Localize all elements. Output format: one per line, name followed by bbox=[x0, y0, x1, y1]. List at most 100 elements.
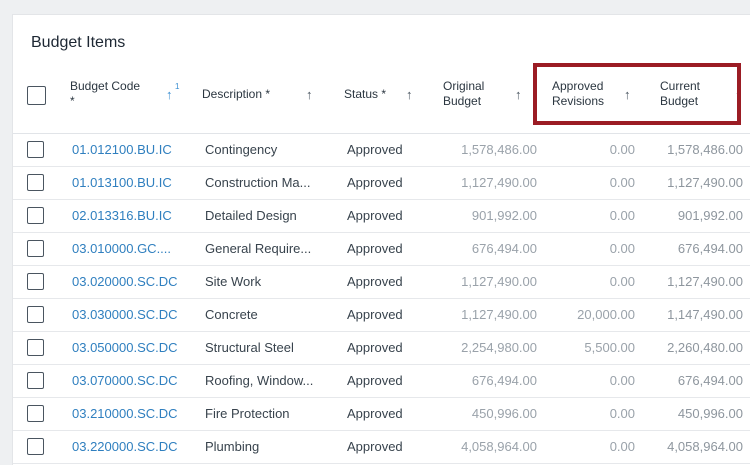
original-budget-cell: 676,494.00 bbox=[471, 373, 537, 388]
table-row[interactable]: 03.210000.SC.DC Fire Protection Approved 45… bbox=[13, 398, 750, 431]
sort-arrow-icon[interactable]: ↑ bbox=[306, 88, 313, 102]
status-cell: Approved bbox=[347, 340, 403, 355]
original-budget-cell: 901,992.00 bbox=[471, 208, 537, 223]
description-cell: Construction Ma... bbox=[205, 175, 311, 190]
current-budget-cell: 676,494.00 bbox=[677, 241, 743, 256]
approved-revisions-cell: 0.00 bbox=[609, 274, 635, 289]
current-budget-cell: 1,147,490.00 bbox=[667, 307, 743, 322]
table-row[interactable]: 03.020000.SC.DC Site Work Approved 1,127,49… bbox=[13, 266, 750, 299]
original-budget-cell: 1,127,490.00 bbox=[461, 175, 537, 190]
description-cell: Contingency bbox=[205, 142, 278, 157]
table-row[interactable]: 03.050000.SC.DC Structural Steel Approved 2… bbox=[13, 332, 750, 365]
row-checkbox[interactable] bbox=[27, 174, 44, 191]
column-header-label: Budget bbox=[443, 94, 482, 108]
row-checkbox[interactable] bbox=[27, 240, 44, 257]
grid-header: Budget Code * ↑ 1 Description * ↑ Status… bbox=[13, 77, 750, 134]
original-budget-cell: 1,578,486.00 bbox=[461, 142, 537, 157]
row-checkbox[interactable] bbox=[27, 207, 44, 224]
original-budget-cell: 676,494.00 bbox=[471, 241, 537, 256]
column-header-label: Budget bbox=[660, 94, 699, 108]
status-cell: Approved bbox=[347, 406, 403, 421]
status-cell: Approved bbox=[347, 307, 403, 322]
budget-items-panel: Budget Items Budget Code * ↑ 1 Descripti… bbox=[12, 14, 750, 465]
column-header-label: Approved bbox=[552, 79, 604, 93]
approved-revisions-cell: 5,500.00 bbox=[584, 340, 635, 355]
current-budget-cell: 1,127,490.00 bbox=[667, 175, 743, 190]
row-checkbox[interactable] bbox=[27, 405, 44, 422]
description-cell: Site Work bbox=[205, 274, 262, 289]
row-checkbox[interactable] bbox=[27, 273, 44, 290]
table-row[interactable]: 01.012100.BU.IC Contingency Approved 1,578,… bbox=[13, 134, 750, 167]
budget-code-link[interactable]: 03.030000.SC.DC bbox=[72, 299, 178, 331]
sort-arrow-icon[interactable]: ↑ bbox=[735, 88, 742, 102]
description-cell: Plumbing bbox=[205, 439, 260, 454]
status-cell: Approved bbox=[347, 274, 403, 289]
table-row[interactable]: 03.220000.SC.DC Plumbing Approved 4,058,964… bbox=[13, 431, 750, 464]
column-header-label: Budget Code bbox=[70, 79, 141, 93]
budget-code-link[interactable]: 03.070000.SC.DC bbox=[72, 365, 178, 397]
budget-code-link[interactable]: 01.012100.BU.IC bbox=[72, 134, 172, 166]
row-checkbox[interactable] bbox=[27, 306, 44, 323]
description-cell: Concrete bbox=[205, 307, 258, 322]
column-header-current-budget[interactable]: Current Budget bbox=[660, 79, 700, 109]
approved-revisions-cell: 0.00 bbox=[609, 439, 635, 454]
status-cell: Approved bbox=[347, 208, 403, 223]
approved-revisions-cell: 0.00 bbox=[609, 373, 635, 388]
approved-revisions-cell: 0.00 bbox=[609, 208, 635, 223]
original-budget-cell: 2,254,980.00 bbox=[461, 340, 537, 355]
status-cell: Approved bbox=[347, 241, 403, 256]
budget-code-link[interactable]: 03.020000.SC.DC bbox=[72, 266, 178, 298]
current-budget-cell: 1,127,490.00 bbox=[667, 274, 743, 289]
row-checkbox[interactable] bbox=[27, 339, 44, 356]
budget-code-link[interactable]: 03.010000.GC.... bbox=[72, 233, 171, 265]
sort-arrow-icon[interactable]: ↑ bbox=[515, 88, 522, 102]
column-header-approved-revisions[interactable]: Approved Revisions bbox=[552, 79, 604, 109]
original-budget-cell: 450,996.00 bbox=[471, 406, 537, 421]
sort-arrow-icon[interactable]: ↑ bbox=[406, 88, 413, 102]
table-row[interactable]: 03.070000.SC.DC Roofing, Window... Approve… bbox=[13, 365, 750, 398]
table-row[interactable]: 03.030000.SC.DC Concrete Approved 1,127,490… bbox=[13, 299, 750, 332]
column-header-status[interactable]: Status * bbox=[344, 87, 386, 102]
budget-code-link[interactable]: 02.013316.BU.IC bbox=[72, 200, 172, 232]
status-cell: Approved bbox=[347, 439, 403, 454]
sort-arrow-icon[interactable]: ↑ bbox=[624, 88, 631, 102]
row-checkbox[interactable] bbox=[27, 372, 44, 389]
description-cell: Roofing, Window... bbox=[205, 373, 314, 388]
select-all-checkbox[interactable] bbox=[27, 86, 46, 105]
current-budget-cell: 901,992.00 bbox=[677, 208, 743, 223]
description-cell: Detailed Design bbox=[205, 208, 297, 223]
column-header-label: Revisions bbox=[552, 94, 605, 108]
status-cell: Approved bbox=[347, 175, 403, 190]
approved-revisions-cell: 0.00 bbox=[609, 241, 635, 256]
table-row[interactable]: 01.013100.BU.IC Construction Ma... Approve… bbox=[13, 167, 750, 200]
grid-body: 01.012100.BU.IC Contingency Approved 1,578,… bbox=[13, 134, 750, 464]
column-header-label: Original bbox=[443, 79, 485, 93]
current-budget-cell: 1,578,486.00 bbox=[667, 142, 743, 157]
budget-code-link[interactable]: 01.013100.BU.IC bbox=[72, 167, 172, 199]
description-cell: Structural Steel bbox=[205, 340, 294, 355]
budget-code-link[interactable]: 03.210000.SC.DC bbox=[72, 398, 178, 430]
description-cell: Fire Protection bbox=[205, 406, 290, 421]
current-budget-cell: 676,494.00 bbox=[677, 373, 743, 388]
approved-revisions-cell: 0.00 bbox=[609, 175, 635, 190]
row-checkbox[interactable] bbox=[27, 141, 44, 158]
row-checkbox[interactable] bbox=[27, 438, 44, 455]
column-header-budget-code[interactable]: Budget Code * bbox=[70, 79, 140, 109]
column-header-description[interactable]: Description * bbox=[202, 87, 270, 102]
current-budget-cell: 4,058,964.00 bbox=[667, 439, 743, 454]
column-header-original-budget[interactable]: Original Budget bbox=[443, 79, 484, 109]
budget-code-link[interactable]: 03.220000.SC.DC bbox=[72, 431, 178, 463]
approved-revisions-cell: 0.00 bbox=[609, 142, 635, 157]
table-row[interactable]: 02.013316.BU.IC Detailed Design Approved 90… bbox=[13, 200, 750, 233]
status-cell: Approved bbox=[347, 373, 403, 388]
panel-title: Budget Items bbox=[31, 34, 126, 51]
sort-ascending-icon[interactable]: ↑ bbox=[166, 88, 173, 102]
original-budget-cell: 4,058,964.00 bbox=[461, 439, 537, 454]
description-cell: General Require... bbox=[205, 241, 312, 256]
original-budget-cell: 1,127,490.00 bbox=[461, 307, 537, 322]
column-header-label: Current bbox=[660, 79, 701, 93]
table-row[interactable]: 03.010000.GC.... General Require... Approv… bbox=[13, 233, 750, 266]
current-budget-cell: 2,260,480.00 bbox=[667, 340, 743, 355]
budget-items-grid: Budget Code * ↑ 1 Description * ↑ Status… bbox=[13, 77, 750, 464]
budget-code-link[interactable]: 03.050000.SC.DC bbox=[72, 332, 178, 364]
